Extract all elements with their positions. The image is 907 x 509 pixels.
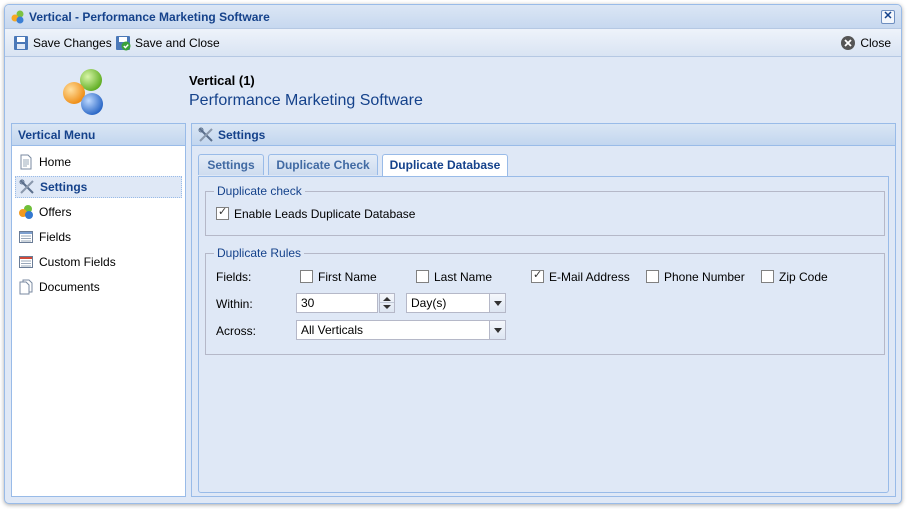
field-option-label: Phone Number	[664, 270, 745, 284]
sidebar-item-fields[interactable]: Fields	[15, 225, 182, 249]
fields-icon	[19, 231, 33, 243]
within-label: Within:	[216, 297, 253, 311]
duplicate-check-fieldset: Duplicate check Enable Leads Duplicate D…	[205, 184, 885, 236]
spinner-divider	[380, 302, 394, 303]
tab-settings[interactable]: Settings	[198, 154, 264, 175]
duplicate-check-legend: Duplicate check	[217, 184, 302, 198]
floppy-disk-icon	[14, 35, 28, 50]
within-spinner[interactable]	[379, 293, 395, 313]
record-header: Vertical (1) Performance Marketing Softw…	[5, 57, 901, 123]
sidebar-item-documents[interactable]: Documents	[15, 275, 182, 299]
sidebar-item-label: Documents	[39, 280, 100, 294]
enable-duplicate-db-label: Enable Leads Duplicate Database	[234, 207, 416, 221]
settings-panel: Settings Settings Duplicate Check Duplic…	[191, 123, 896, 497]
save-and-close-button[interactable]: Save and Close	[115, 34, 220, 52]
chevron-down-icon[interactable]	[489, 321, 505, 339]
tab-duplicate-check[interactable]: Duplicate Check	[268, 154, 378, 175]
checkbox-box[interactable]	[646, 270, 659, 284]
save-and-close-label: Save and Close	[135, 36, 220, 50]
window-titlebar[interactable]: Vertical - Performance Marketing Softwar…	[5, 5, 901, 29]
offers-icon	[19, 205, 33, 219]
save-changes-button[interactable]: Save Changes	[13, 34, 112, 52]
field-last-name-checkbox[interactable]: Last Name	[416, 270, 492, 284]
field-option-label: First Name	[318, 270, 377, 284]
close-circle-icon	[841, 35, 856, 50]
settings-panel-title: Settings	[218, 128, 266, 142]
spinner-down-icon[interactable]	[383, 305, 391, 309]
field-email-address-checkbox[interactable]: E-Mail Address	[531, 268, 630, 284]
within-unit-value: Day(s)	[411, 296, 447, 310]
checkbox-box[interactable]	[416, 270, 429, 284]
enable-duplicate-db-checkbox[interactable]: Enable Leads Duplicate Database	[216, 205, 416, 221]
within-number-input[interactable]: 30	[296, 293, 395, 313]
window-close-icon[interactable]: ✕	[881, 10, 895, 24]
tools-icon	[198, 127, 213, 142]
tools-icon	[19, 179, 34, 194]
record-subtitle: Performance Marketing Software	[189, 92, 423, 109]
vertical-menu-panel: Vertical Menu Home Settings Offers Field…	[11, 123, 186, 497]
documents-icon	[19, 279, 33, 295]
sidebar-item-label: Settings	[40, 180, 88, 194]
checkbox-box[interactable]	[216, 205, 229, 221]
vertical-logo-icon	[63, 69, 103, 115]
vertical-menu-title: Vertical Menu	[12, 124, 185, 146]
sidebar-item-label: Offers	[39, 205, 72, 219]
sidebar-item-home[interactable]: Home	[15, 150, 182, 174]
close-label: Close	[860, 36, 891, 50]
across-select[interactable]: All Verticals	[296, 320, 506, 340]
toolbar: Save Changes Save and Close Close	[5, 29, 901, 57]
window-title: Vertical - Performance Marketing Softwar…	[29, 10, 270, 24]
sidebar-item-offers[interactable]: Offers	[15, 200, 182, 224]
within-unit-select[interactable]: Day(s)	[406, 293, 506, 313]
field-option-label: Last Name	[434, 270, 493, 284]
spinner-up-icon[interactable]	[383, 297, 391, 301]
checkbox-box[interactable]	[300, 270, 313, 284]
across-value: All Verticals	[301, 323, 364, 337]
record-title: Vertical (1)	[189, 73, 255, 88]
duplicate-rules-fieldset: Duplicate Rules Fields: First Name Last …	[205, 246, 885, 355]
within-number-value: 30	[301, 296, 315, 310]
fields-label: Fields:	[216, 270, 252, 284]
close-button[interactable]: Close	[840, 34, 891, 52]
app-logo-icon	[11, 10, 24, 24]
checkbox-box[interactable]	[761, 270, 774, 284]
save-changes-label: Save Changes	[33, 36, 112, 50]
field-phone-number-checkbox[interactable]: Phone Number	[646, 270, 745, 284]
field-option-label: Zip Code	[779, 270, 828, 284]
sidebar-item-settings[interactable]: Settings	[15, 176, 182, 198]
page-icon	[20, 154, 32, 170]
field-zip-code-checkbox[interactable]: Zip Code	[761, 270, 828, 284]
sidebar-item-label: Home	[39, 155, 72, 169]
sidebar-item-label: Custom Fields	[39, 255, 116, 269]
field-option-label: E-Mail Address	[549, 270, 630, 284]
custom-fields-icon	[19, 256, 33, 268]
across-label: Across:	[216, 324, 257, 338]
duplicate-rules-legend: Duplicate Rules	[217, 246, 302, 260]
duplicate-database-tab-body: Duplicate check Enable Leads Duplicate D…	[198, 176, 889, 493]
sidebar-item-custom-fields[interactable]: Custom Fields	[15, 250, 182, 274]
tab-duplicate-database[interactable]: Duplicate Database	[382, 154, 508, 176]
field-first-name-checkbox[interactable]: First Name	[300, 270, 377, 284]
settings-panel-header: Settings	[192, 124, 895, 146]
checkbox-box[interactable]	[531, 268, 544, 284]
settings-window: Vertical - Performance Marketing Softwar…	[4, 4, 902, 504]
chevron-down-icon[interactable]	[489, 294, 505, 312]
save-check-icon	[116, 35, 131, 51]
sidebar-item-label: Fields	[39, 230, 72, 244]
